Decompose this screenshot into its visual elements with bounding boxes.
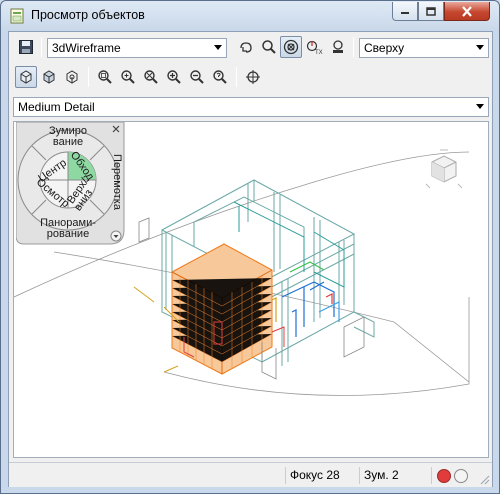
steering-wheel-icon xyxy=(283,39,299,55)
wheel-rewind-label[interactable]: Перемотка xyxy=(111,154,123,211)
maximize-icon xyxy=(426,6,436,16)
status-bar: Фокус 28 Зум. 2 xyxy=(9,462,492,487)
close-button[interactable] xyxy=(444,2,490,21)
svg-text:TX: TX xyxy=(315,50,323,55)
wheel-pan-label-2[interactable]: рование xyxy=(47,228,89,240)
cube-solid-button[interactable] xyxy=(38,66,60,88)
cube-icon xyxy=(20,70,32,84)
detail-level-select[interactable]: Medium Detail xyxy=(13,97,489,117)
camera-button[interactable] xyxy=(327,36,349,58)
zoom-window-icon xyxy=(98,70,112,84)
visual-style-value: 3dWireframe xyxy=(52,41,121,55)
red-indicator-icon xyxy=(437,469,451,483)
zoom-window-button[interactable] xyxy=(94,66,116,88)
magnifier-icon xyxy=(262,40,276,54)
ucs-button[interactable]: TX xyxy=(303,36,325,58)
zoom-dynamic-icon xyxy=(121,70,135,84)
zoom-in-icon xyxy=(167,70,181,84)
navigation-wheel[interactable]: Зумиро вание Центр Обход Осмотр Верх/ вн… xyxy=(16,122,126,246)
zoom-status: Зум. 2 xyxy=(359,467,425,484)
wheel-zoom-label-2[interactable]: вание xyxy=(53,136,83,148)
object-viewer-window: Просмотр объектов 3dWireframe TX Сверху … xyxy=(0,0,500,494)
target-button[interactable] xyxy=(242,66,264,88)
close-icon xyxy=(462,5,472,17)
3d-viewport[interactable]: Зумиро вание Центр Обход Осмотр Верх/ вн… xyxy=(13,121,489,458)
zoom-question-icon xyxy=(213,70,227,84)
zoom-tool-button[interactable] xyxy=(258,36,280,58)
detail-level-value: Medium Detail xyxy=(18,100,95,114)
wheel-menu-button[interactable] xyxy=(110,230,122,242)
zoom-previous-button[interactable] xyxy=(209,66,231,88)
ucs-axis-icon: TX xyxy=(306,40,323,55)
steering-wheel-button[interactable] xyxy=(280,36,302,58)
visual-style-select[interactable]: 3dWireframe xyxy=(47,38,227,58)
view-cube-mode-button[interactable] xyxy=(15,66,37,88)
hand-orbit-icon xyxy=(240,42,252,53)
app-icon xyxy=(10,8,24,24)
chevron-down-icon xyxy=(214,45,222,50)
zoom-out-button[interactable] xyxy=(186,66,208,88)
view-direction-value: Сверху xyxy=(364,41,405,55)
cube-outline-icon xyxy=(66,70,78,84)
zoom-in-button[interactable] xyxy=(163,66,185,88)
save-icon xyxy=(19,40,33,54)
zoom-dynamic-button[interactable] xyxy=(117,66,139,88)
minimize-button[interactable] xyxy=(392,2,418,21)
focus-status: Фокус 28 xyxy=(285,467,351,484)
orange-wall-block xyxy=(171,243,285,375)
zoom-extents-button[interactable] xyxy=(140,66,162,88)
chevron-down-icon xyxy=(476,104,484,109)
toolbar-separator xyxy=(41,37,42,57)
resize-grip-icon[interactable] xyxy=(478,473,490,485)
zoom-out-icon xyxy=(190,70,204,84)
grey-indicator-icon xyxy=(454,469,468,483)
camera-icon xyxy=(333,40,343,53)
cube-view-button[interactable] xyxy=(61,66,83,88)
window-title: Просмотр объектов xyxy=(31,8,145,22)
zoom-extents-icon xyxy=(144,70,158,84)
cube-solid-icon xyxy=(43,70,55,84)
client-area: 3dWireframe TX Сверху Medium Detail Зуми… xyxy=(8,31,493,487)
toolbar-separator xyxy=(353,37,354,57)
toolbar-separator xyxy=(236,67,237,87)
minimize-icon xyxy=(401,12,409,14)
maximize-button[interactable] xyxy=(418,2,444,21)
orbit-tool-button[interactable] xyxy=(235,36,257,58)
view-direction-select[interactable]: Сверху xyxy=(359,38,489,58)
toolbar-separator xyxy=(88,67,89,87)
title-bar: Просмотр объектов xyxy=(1,1,499,31)
chevron-down-icon xyxy=(476,45,484,50)
save-button[interactable] xyxy=(15,36,37,58)
view-cube[interactable] xyxy=(425,149,463,189)
crosshair-icon xyxy=(246,70,260,84)
